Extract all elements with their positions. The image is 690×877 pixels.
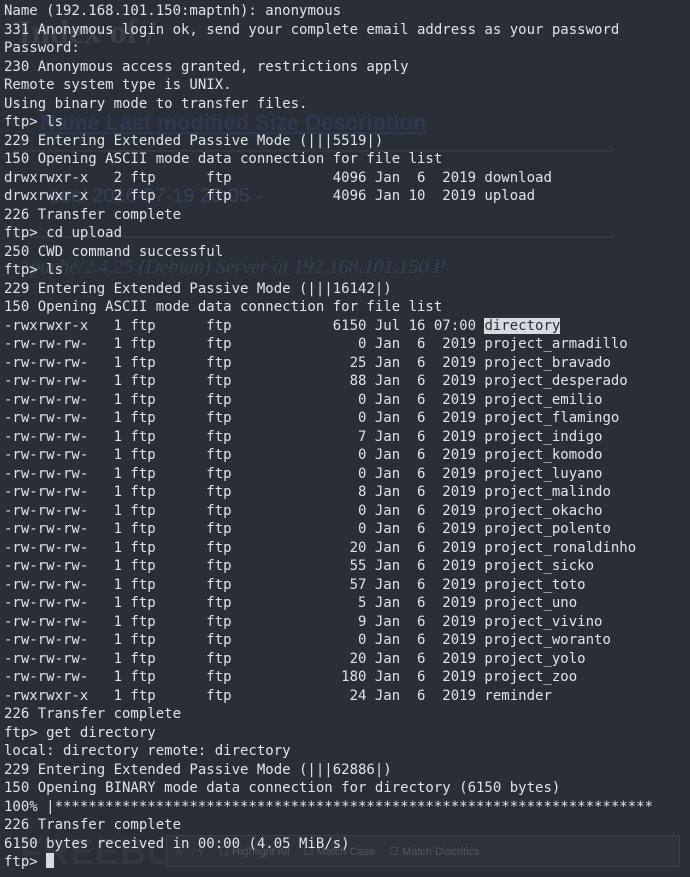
- highlighted-filename: directory: [484, 318, 560, 334]
- cmd-get-directory: ftp> get directory: [4, 724, 686, 743]
- file-listing-row: drwxrwxr-x 2 ftp ftp 4096 Jan 10 2019 up…: [4, 187, 686, 206]
- file-listing-row: -rw-rw-rw- 1 ftp ftp 0 Jan 6 2019 projec…: [4, 520, 686, 539]
- file-listing-row: -rw-rw-rw- 1 ftp ftp 0 Jan 6 2019 projec…: [4, 446, 686, 465]
- file-listing-row: -rw-rw-rw- 1 ftp ftp 0 Jan 6 2019 projec…: [4, 335, 686, 354]
- ftp-prompt: ftp>: [4, 114, 46, 130]
- file-listing-row: -rw-rw-rw- 1 ftp ftp 0 Jan 6 2019 projec…: [4, 502, 686, 521]
- server-250: 250 CWD command successful: [4, 243, 686, 262]
- file-listing-row: -rw-rw-rw- 1 ftp ftp 0 Jan 6 2019 projec…: [4, 631, 686, 650]
- server-binmode: Using binary mode to transfer files.: [4, 95, 686, 114]
- server-331: 331 Anonymous login ok, send your comple…: [4, 21, 686, 40]
- file-listing-row: -rw-rw-rw- 1 ftp ftp 0 Jan 6 2019 projec…: [4, 409, 686, 428]
- ftp-command: get directory: [46, 725, 156, 741]
- server-229: 229 Entering Extended Passive Mode (|||1…: [4, 280, 686, 299]
- cursor: [46, 853, 54, 868]
- ftp-prompt: ftp>: [4, 854, 46, 870]
- transfer-summary: 6150 bytes received in 00:00 (4.05 MiB/s…: [4, 835, 686, 854]
- server-230: 230 Anonymous access granted, restrictio…: [4, 58, 686, 77]
- cmd-ls: ftp> ls: [4, 261, 686, 280]
- file-listing-row: -rwxrwxr-x 1 ftp ftp 6150 Jul 16 07:00 d…: [4, 317, 686, 336]
- server-systype: Remote system type is UNIX.: [4, 76, 686, 95]
- password-prompt: Password:: [4, 39, 686, 58]
- local-remote-line: local: directory remote: directory: [4, 742, 686, 761]
- ftp-prompt: ftp>: [4, 225, 46, 241]
- server-229: 229 Entering Extended Passive Mode (|||6…: [4, 761, 686, 780]
- cmd-cd-upload: ftp> cd upload: [4, 224, 686, 243]
- file-listing-row: -rw-rw-rw- 1 ftp ftp 88 Jan 6 2019 proje…: [4, 372, 686, 391]
- file-listing-row: -rw-rw-rw- 1 ftp ftp 180 Jan 6 2019 proj…: [4, 668, 686, 687]
- file-listing-row: -rw-rw-rw- 1 ftp ftp 55 Jan 6 2019 proje…: [4, 557, 686, 576]
- ftp-command: ls: [46, 262, 63, 278]
- file-listing-row: -rw-rw-rw- 1 ftp ftp 7 Jan 6 2019 projec…: [4, 428, 686, 447]
- ftp-prompt-line[interactable]: ftp>: [4, 853, 686, 872]
- transfer-progress: 100% |**********************************…: [4, 798, 686, 817]
- ftp-prompt: ftp>: [4, 262, 46, 278]
- file-listing-row: -rw-rw-rw- 1 ftp ftp 8 Jan 6 2019 projec…: [4, 483, 686, 502]
- ftp-command: cd upload: [46, 225, 122, 241]
- file-listing-row: -rw-rw-rw- 1 ftp ftp 0 Jan 6 2019 projec…: [4, 465, 686, 484]
- file-listing-row: -rw-rw-rw- 1 ftp ftp 20 Jan 6 2019 proje…: [4, 539, 686, 558]
- file-listing-row: -rw-rw-rw- 1 ftp ftp 9 Jan 6 2019 projec…: [4, 613, 686, 632]
- file-listing-row: -rw-rw-rw- 1 ftp ftp 25 Jan 6 2019 proje…: [4, 354, 686, 373]
- login-name-line: Name (192.168.101.150:maptnh): anonymous: [4, 2, 686, 21]
- file-listing-row: -rw-rw-rw- 1 ftp ftp 57 Jan 6 2019 proje…: [4, 576, 686, 595]
- ftp-prompt: ftp>: [4, 725, 46, 741]
- file-listing-row: -rw-rw-rw- 1 ftp ftp 0 Jan 6 2019 projec…: [4, 391, 686, 410]
- file-listing-row: -rwxrwxr-x 1 ftp ftp 24 Jan 6 2019 remin…: [4, 687, 686, 706]
- login-name-input: anonymous: [265, 3, 341, 19]
- server-150: 150 Opening BINARY mode data connection …: [4, 779, 686, 798]
- terminal-output[interactable]: Name (192.168.101.150:maptnh): anonymous…: [0, 0, 690, 874]
- ftp-command: ls: [46, 114, 63, 130]
- server-150: 150 Opening ASCII mode data connection f…: [4, 150, 686, 169]
- cmd-ls: ftp> ls: [4, 113, 686, 132]
- file-listing-row: drwxrwxr-x 2 ftp ftp 4096 Jan 6 2019 dow…: [4, 169, 686, 188]
- file-listing-row: -rw-rw-rw- 1 ftp ftp 20 Jan 6 2019 proje…: [4, 650, 686, 669]
- server-226: 226 Transfer complete: [4, 705, 686, 724]
- server-150: 150 Opening ASCII mode data connection f…: [4, 298, 686, 317]
- server-226: 226 Transfer complete: [4, 816, 686, 835]
- server-226: 226 Transfer complete: [4, 206, 686, 225]
- server-229: 229 Entering Extended Passive Mode (|||5…: [4, 132, 686, 151]
- file-listing-row: -rw-rw-rw- 1 ftp ftp 5 Jan 6 2019 projec…: [4, 594, 686, 613]
